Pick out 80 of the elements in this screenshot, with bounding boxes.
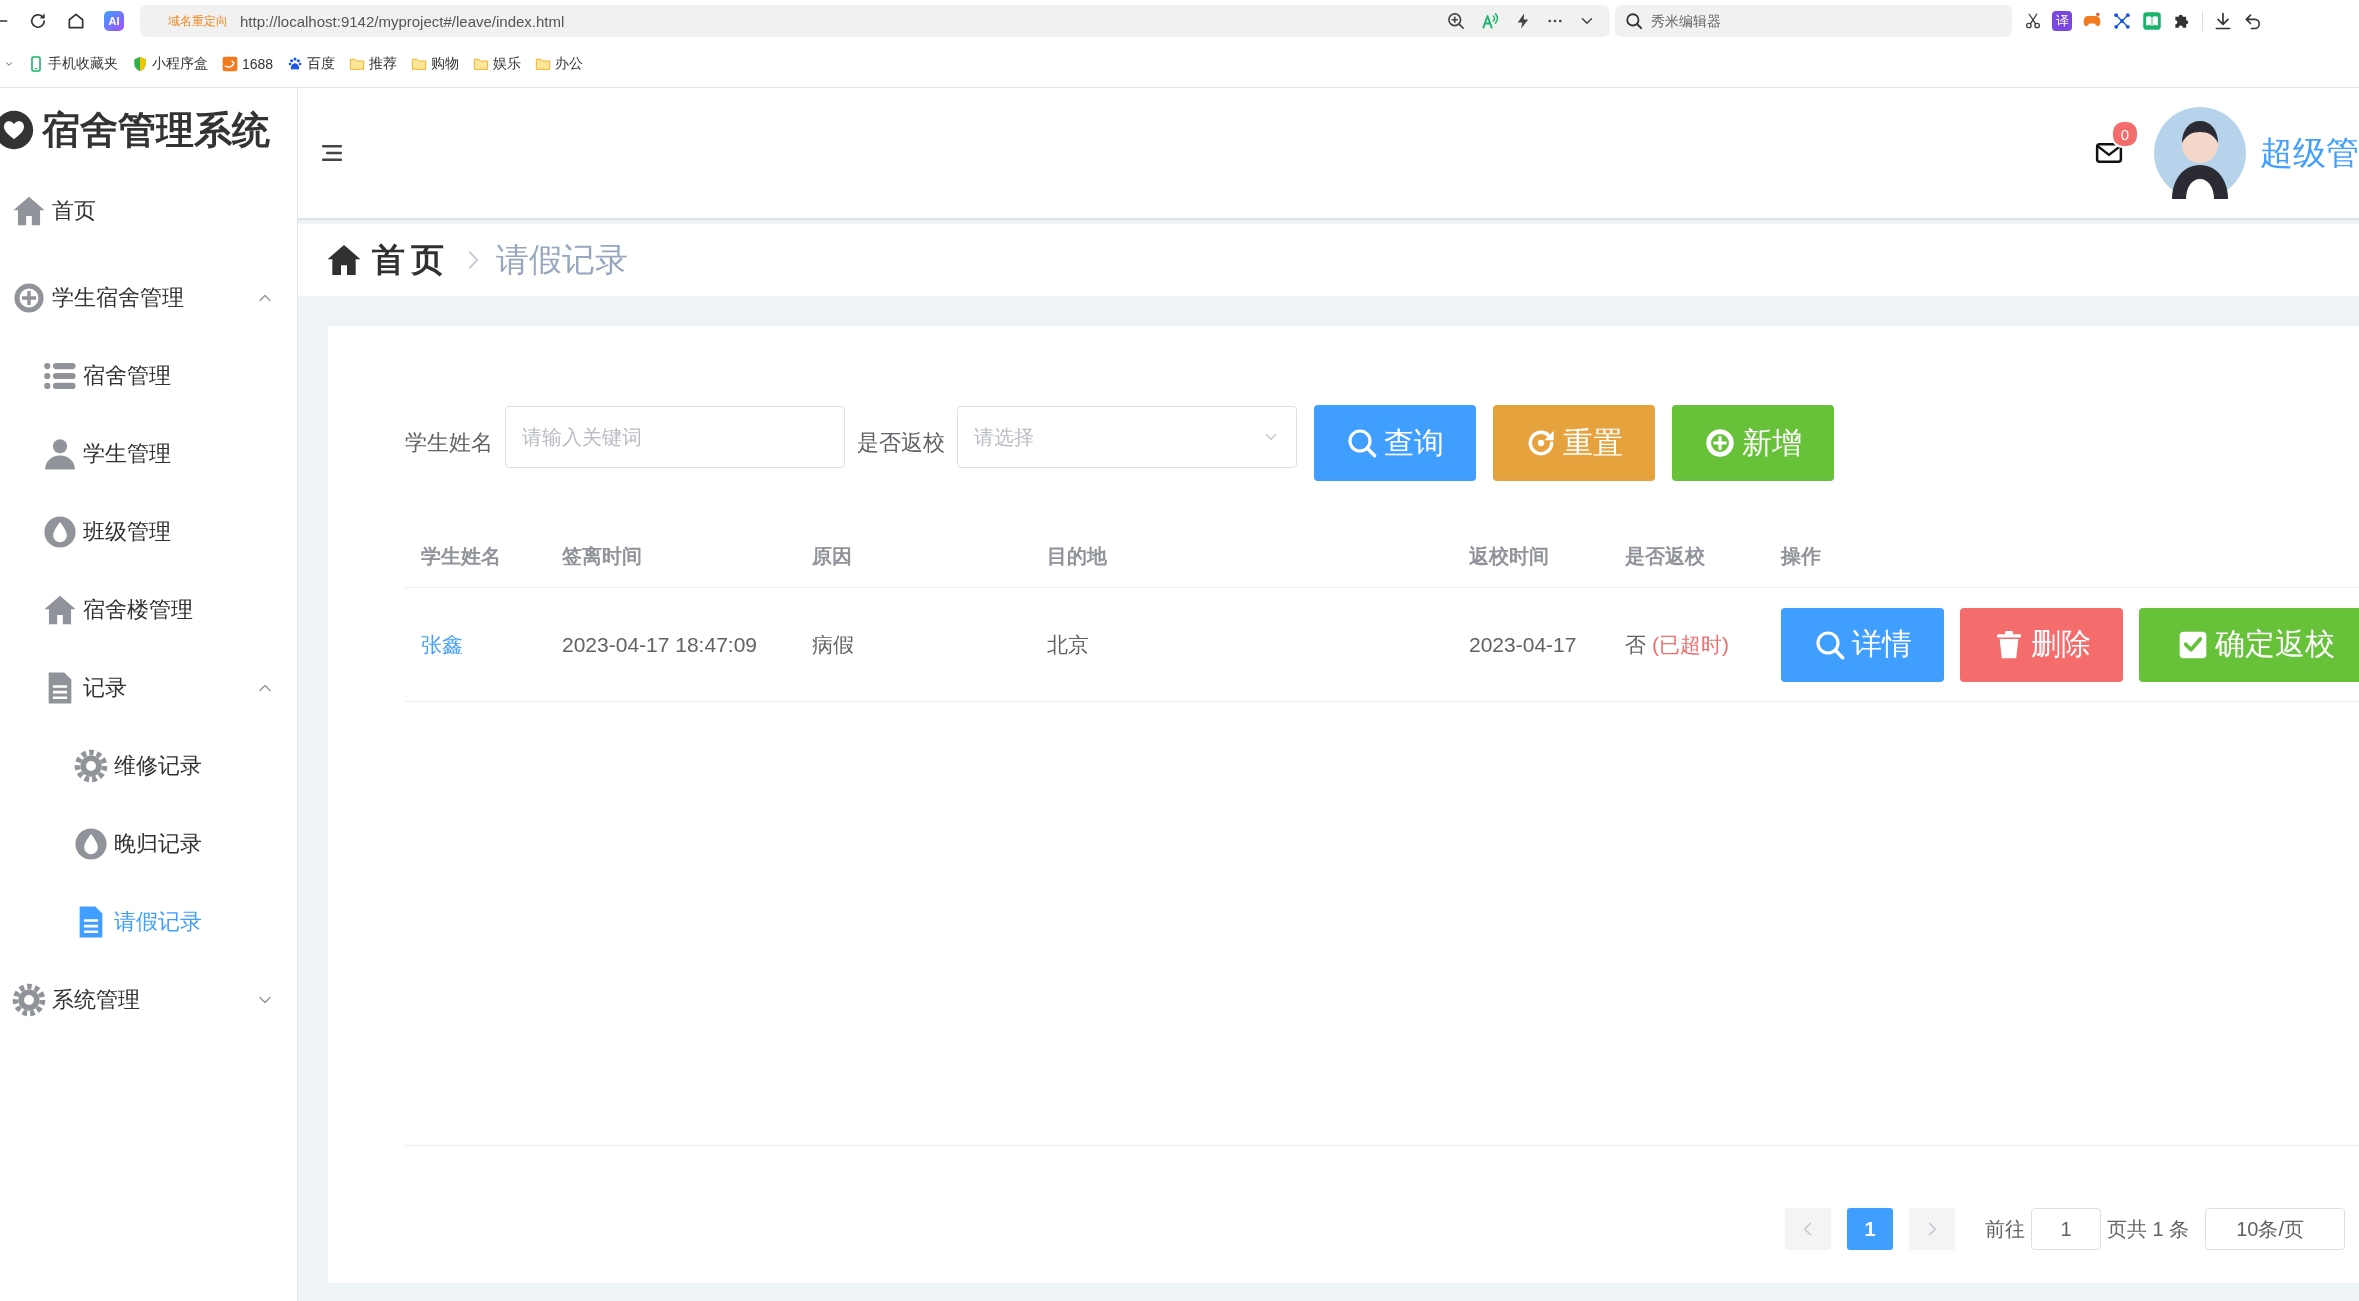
reload-icon[interactable] xyxy=(28,11,48,31)
search-icon xyxy=(1346,427,1378,459)
chevron-down-icon[interactable] xyxy=(4,59,14,69)
menu-item[interactable]: 系统管理 xyxy=(0,961,297,1039)
column-header: 签离时间 xyxy=(561,543,643,569)
notification-badge: 0 xyxy=(2111,120,2139,148)
bookmark[interactable]: 小程序盒 xyxy=(132,55,208,73)
search-icon xyxy=(1813,628,1846,661)
person-icon xyxy=(43,437,77,471)
column-header: 学生姓名 xyxy=(420,543,502,569)
paw-icon xyxy=(287,56,304,72)
field-label: 学生姓名 xyxy=(405,429,493,457)
undo-icon[interactable] xyxy=(2243,11,2263,31)
page-input[interactable]: 1 xyxy=(2031,1208,2101,1250)
download-icon[interactable] xyxy=(2213,11,2233,31)
home-icon[interactable] xyxy=(66,11,86,31)
page-size-select[interactable]: 10条/页 xyxy=(2205,1208,2346,1250)
address-bar[interactable]: 域名重定向 http://localhost:9142/myproject#/leave/index.html xyxy=(140,5,1610,37)
zoom-in-icon[interactable] xyxy=(1446,11,1466,31)
phone-icon xyxy=(28,56,44,72)
search-field[interactable]: 秀米编辑器 xyxy=(1615,5,2012,37)
table-cell: 2023-04-17 xyxy=(1469,632,1577,657)
menu-item[interactable]: 宿舍楼管理 xyxy=(0,571,297,649)
logo-icon xyxy=(222,56,238,72)
menu-item[interactable]: 记录 xyxy=(0,649,297,727)
network-icon[interactable] xyxy=(2112,11,2132,31)
url-text: http://localhost:9142/myproject#/leave/index.html xyxy=(240,12,565,30)
app-title: 宿舍管理系统 xyxy=(42,107,270,153)
scissors-icon[interactable] xyxy=(2024,12,2042,30)
bookmark[interactable]: 购物 xyxy=(411,55,460,73)
bookmark[interactable]: 办公 xyxy=(535,55,584,73)
plus-circle-icon xyxy=(1704,427,1736,459)
name-input[interactable]: 请输入关键词 xyxy=(505,406,845,468)
overdue-tag: (已超时) xyxy=(1652,630,1729,659)
drop-icon xyxy=(74,827,108,861)
menu-item[interactable]: 宿舍管理 xyxy=(0,337,297,415)
search-icon xyxy=(1625,12,1643,30)
translate-icon[interactable]: 译 xyxy=(2052,11,2072,31)
menu-item[interactable]: 维修记录 xyxy=(0,727,297,805)
book-icon[interactable] xyxy=(2142,11,2162,31)
table-cell-text: 北京 xyxy=(1047,631,1089,658)
return-status: 否 xyxy=(1625,631,1646,658)
bookmark[interactable]: 推荐 xyxy=(349,55,398,73)
home-icon xyxy=(12,194,46,228)
folder-icon xyxy=(473,56,490,72)
folder-icon xyxy=(535,56,552,72)
goto-label: 前往 xyxy=(1985,1216,2025,1242)
menu-item[interactable]: 学生管理 xyxy=(0,415,297,493)
plus-circle-icon xyxy=(12,281,46,315)
gear-icon xyxy=(12,983,46,1017)
table-cell-text: 病假 xyxy=(812,631,854,658)
breadcrumb-current: 请假记录 xyxy=(496,239,628,280)
bookmark[interactable]: 1688 xyxy=(222,56,274,72)
breadcrumb-link[interactable]: 首页 xyxy=(372,237,450,283)
total-label: 页共 1 条 xyxy=(2107,1216,2190,1242)
bookmark[interactable]: 手机收藏夹 xyxy=(28,55,118,73)
drop-icon xyxy=(43,515,77,549)
shield-icon xyxy=(132,56,148,72)
table-cell: 2023-04-17 18:47:09 xyxy=(562,632,757,657)
redirect-label: 域名重定向 xyxy=(168,12,228,30)
column-header: 操作 xyxy=(1779,543,1822,569)
logo-icon xyxy=(0,110,34,150)
menu-item[interactable]: 班级管理 xyxy=(0,493,297,571)
column-header: 是否返校 xyxy=(1624,543,1706,569)
menu-item[interactable]: 学生宿舍管理 xyxy=(0,259,297,337)
field-label: 是否返校 xyxy=(857,429,945,457)
folder-icon xyxy=(349,56,366,72)
menu-item[interactable]: 晚归记录 xyxy=(0,805,297,883)
home-icon xyxy=(326,242,362,278)
folder-icon xyxy=(411,56,428,72)
gear-icon xyxy=(74,749,108,783)
column-header: 目的地 xyxy=(1046,543,1108,569)
column-header: 原因 xyxy=(811,543,853,569)
menu-item[interactable]: 首页 xyxy=(0,172,297,250)
home-icon xyxy=(43,593,77,627)
bookmark[interactable]: 娱乐 xyxy=(473,55,522,73)
ai-badge[interactable]: AI xyxy=(104,11,124,31)
bookmark[interactable]: 百度 xyxy=(287,55,336,73)
column-header: 返校时间 xyxy=(1468,543,1550,569)
avatar[interactable] xyxy=(2154,107,2246,199)
